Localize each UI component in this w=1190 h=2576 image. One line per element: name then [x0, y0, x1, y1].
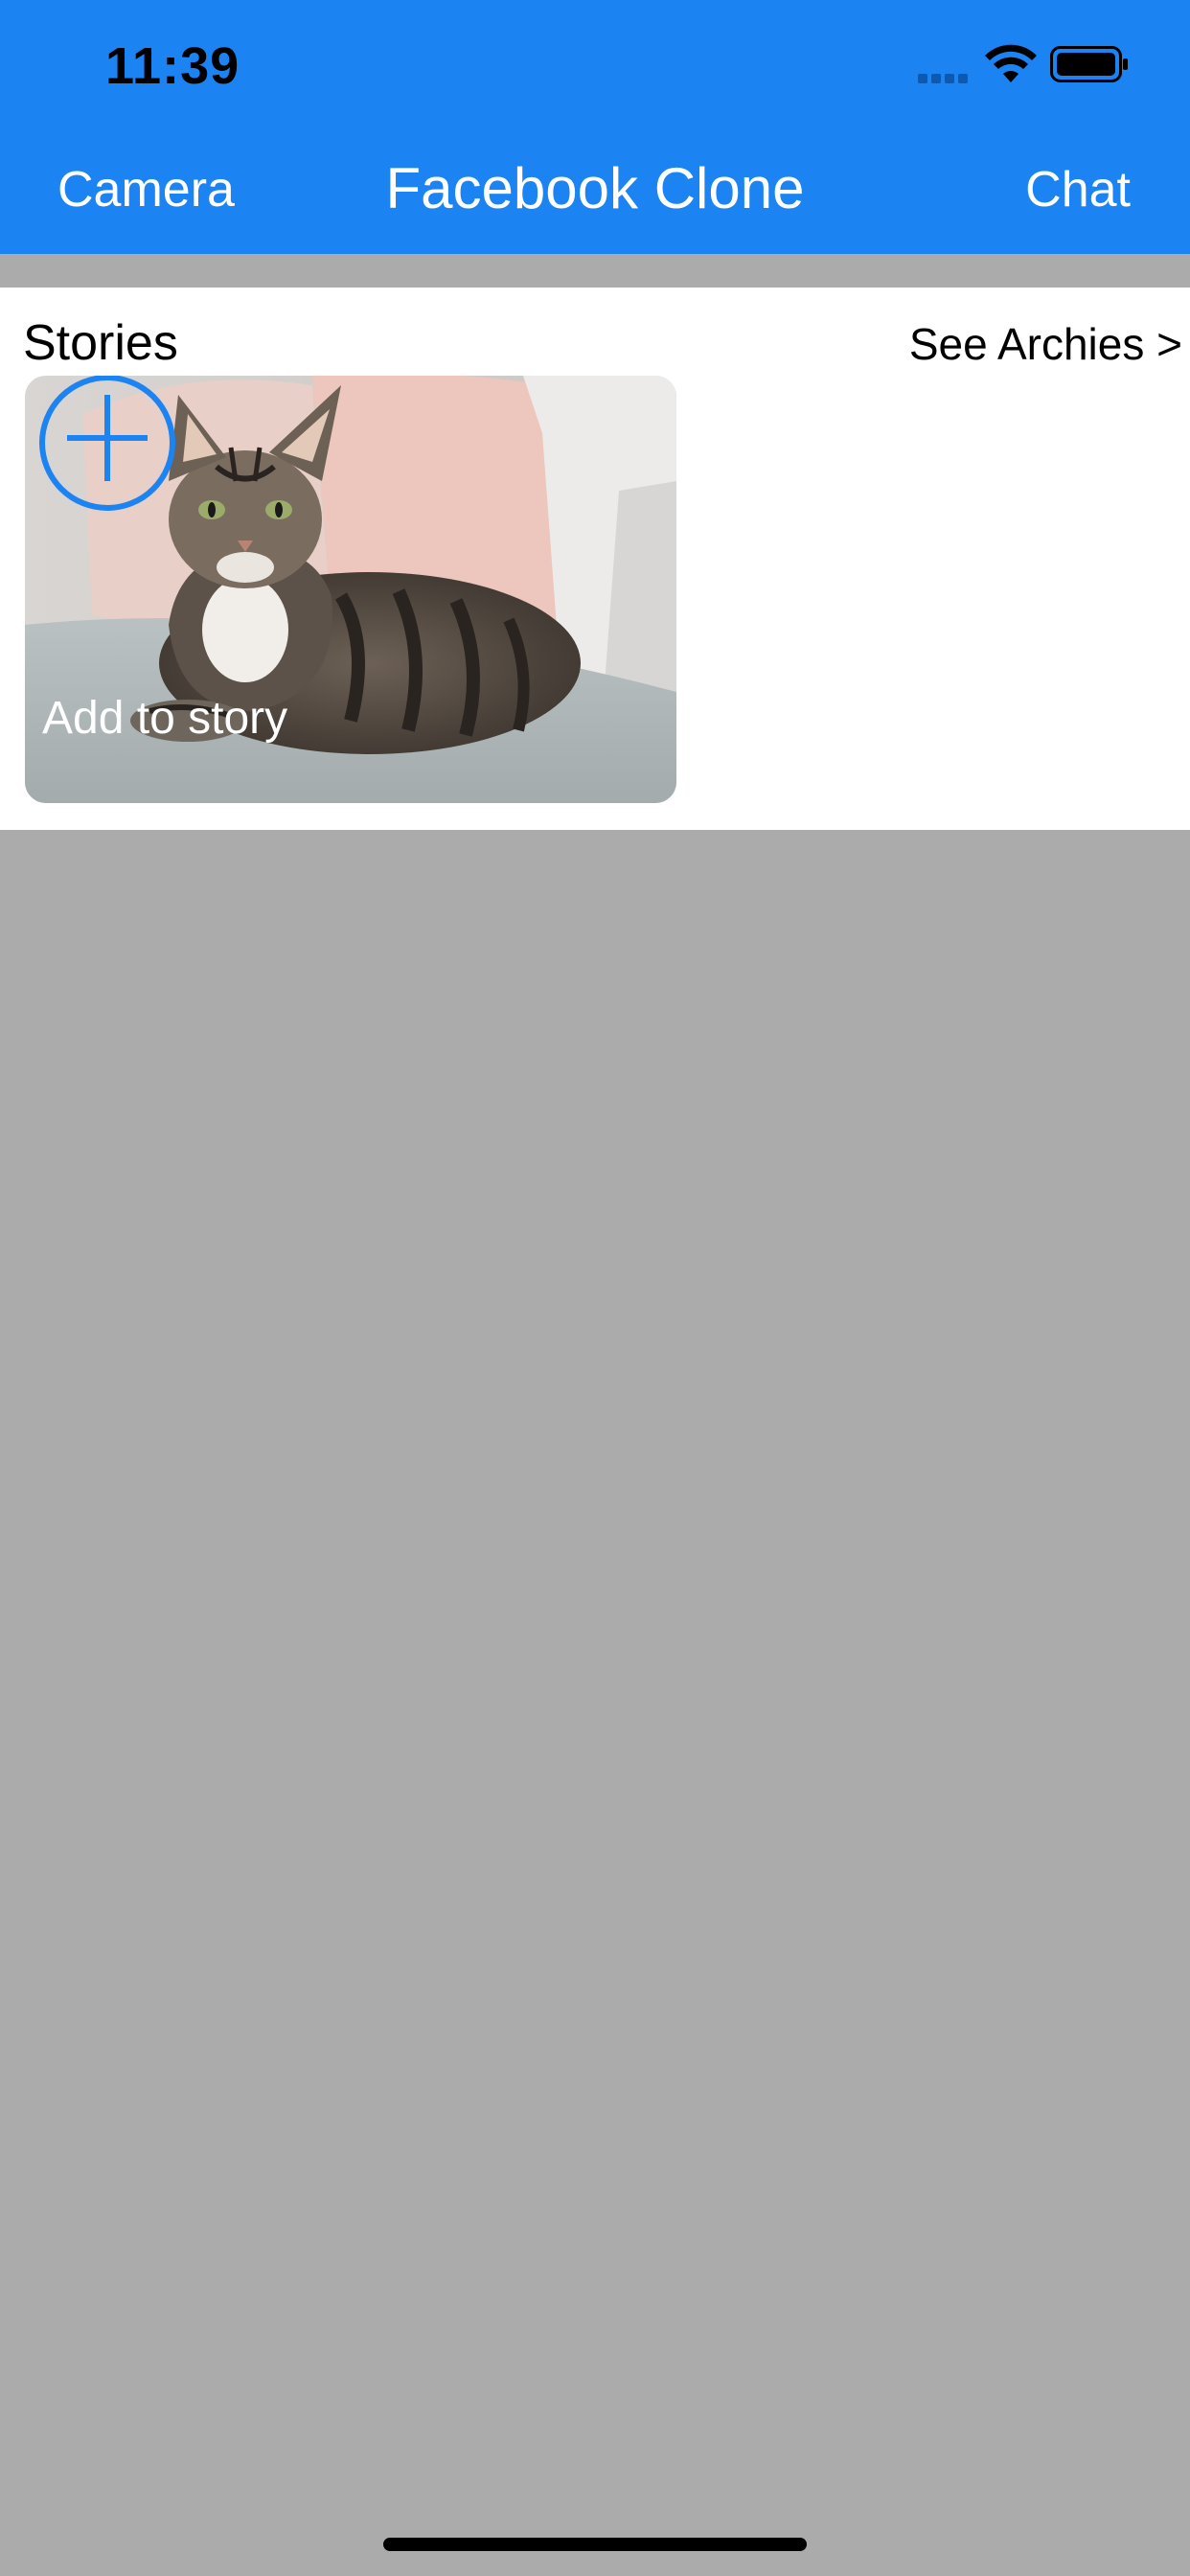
- see-archives-link[interactable]: See Archies >: [909, 318, 1182, 370]
- battery-icon: [1050, 46, 1128, 82]
- home-indicator: [383, 2538, 807, 2551]
- page-title: Facebook Clone: [385, 156, 805, 220]
- wifi-icon: [985, 44, 1037, 82]
- story-card-label: Add to story: [42, 693, 288, 744]
- cellular-signal-icon: [918, 71, 973, 83]
- add-to-story-card[interactable]: Add to story: [25, 376, 676, 803]
- status-time: 11:39: [105, 37, 240, 95]
- chat-button[interactable]: Chat: [1025, 161, 1131, 218]
- plus-circle-icon[interactable]: [38, 376, 176, 512]
- stories-title: Stories: [23, 315, 178, 371]
- stories-section: Stories See Archies > Add to story: [0, 288, 1190, 830]
- header: 11:39 Camera Facebook Clone Chat: [0, 0, 1190, 254]
